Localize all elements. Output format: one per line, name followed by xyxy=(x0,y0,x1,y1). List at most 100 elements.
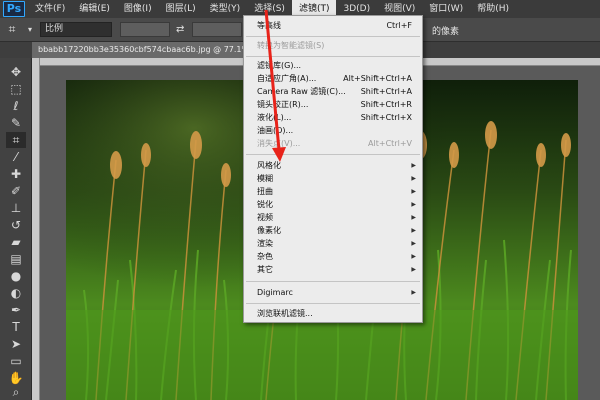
menu-item-camera-raw[interactable]: Camera Raw 滤镜(C)... Shift+Ctrl+A xyxy=(244,85,422,98)
crop-icon[interactable]: ⌗ xyxy=(6,132,26,148)
menu-item-liquify[interactable]: 液化(L)... Shift+Ctrl+X xyxy=(244,111,422,124)
menu-item-convert-smart-filter[interactable]: 转换为智能滤镜(S) xyxy=(244,39,422,52)
menu-item-label: 杂色 xyxy=(257,252,273,261)
submenu-arrow-icon: ▶ xyxy=(411,188,416,195)
menu-item-shortcut: Shift+Ctrl+R xyxy=(360,100,412,109)
menu-item-shortcut: Shift+Ctrl+X xyxy=(360,113,412,122)
menu-item-label: 消失点(V)... xyxy=(257,139,301,148)
dodge-icon[interactable]: ◐ xyxy=(6,285,26,301)
healing-brush-icon[interactable]: ✚ xyxy=(6,166,26,182)
lasso-icon[interactable]: ℓ xyxy=(6,98,26,114)
menu-item-label: 模糊 xyxy=(257,174,273,183)
ruler-vertical xyxy=(32,58,40,400)
move-icon[interactable]: ✥ xyxy=(6,64,26,80)
ratio-select[interactable]: 比例 xyxy=(40,22,113,37)
menu-item-label: 浏览联机滤镜... xyxy=(257,309,313,318)
brush-icon[interactable]: ✐ xyxy=(6,183,26,199)
toolbox: ✥ ⬚ ℓ ✎ ⌗ ⁄ ✚ ✐ ⊥ ↺ ▰ ▤ ● ◐ ✒ T ➤ ▭ ✋ ⌕ xyxy=(0,58,32,400)
submenu-arrow-icon: ▶ xyxy=(411,240,416,247)
menu-item-label: 液化(L)... xyxy=(257,113,292,122)
eraser-icon[interactable]: ▰ xyxy=(6,234,26,250)
delete-cropped-pixels-label: 的像素 xyxy=(432,27,460,37)
menu-window[interactable]: 窗口(W) xyxy=(422,0,470,18)
menu-separator xyxy=(246,56,420,57)
menu-item-pixelate[interactable]: 像素化 ▶ xyxy=(244,224,422,237)
shape-icon[interactable]: ▭ xyxy=(6,353,26,369)
submenu-arrow-icon: ▶ xyxy=(411,214,416,221)
ps-logo-icon: Ps xyxy=(2,1,26,17)
menu-item-label: 其它 xyxy=(257,265,273,274)
menu-item-blur[interactable]: 模糊 ▶ xyxy=(244,172,422,185)
menu-item-label: 锐化 xyxy=(257,200,273,209)
menu-separator xyxy=(246,36,420,37)
menu-item-shortcut: Ctrl+F xyxy=(386,21,412,30)
quick-select-icon[interactable]: ✎ xyxy=(6,115,26,131)
menu-edit[interactable]: 编辑(E) xyxy=(72,0,117,18)
menu-item-lens-correction[interactable]: 镜头校正(R)... Shift+Ctrl+R xyxy=(244,98,422,111)
menu-item-shortcut: Shift+Ctrl+A xyxy=(360,87,412,96)
menu-file[interactable]: 文件(F) xyxy=(28,0,72,18)
type-icon[interactable]: T xyxy=(6,319,26,335)
path-select-icon[interactable]: ➤ xyxy=(6,336,26,352)
menu-item-shortcut: Alt+Ctrl+V xyxy=(368,139,412,148)
menu-item-other[interactable]: 其它 ▶ xyxy=(244,263,422,276)
submenu-arrow-icon: ▶ xyxy=(411,253,416,260)
menu-help[interactable]: 帮助(H) xyxy=(470,0,516,18)
crop-tool-preset-icon[interactable]: ⌗ xyxy=(0,22,24,37)
submenu-arrow-icon: ▶ xyxy=(411,162,416,169)
menu-separator xyxy=(246,154,420,155)
pen-icon[interactable]: ✒ xyxy=(6,302,26,318)
submenu-arrow-icon: ▶ xyxy=(411,289,416,296)
menu-item-distort[interactable]: 扭曲 ▶ xyxy=(244,185,422,198)
zoom-icon[interactable]: ⌕ xyxy=(6,384,26,400)
menu-item-label: 等高线 xyxy=(257,21,281,30)
menu-item-label: 扭曲 xyxy=(257,187,273,196)
menu-item-digimarc[interactable]: Digimarc ▶ xyxy=(244,286,422,299)
menu-item-render[interactable]: 渲染 ▶ xyxy=(244,237,422,250)
menu-item-label: 视频 xyxy=(257,213,273,222)
menu-item-video[interactable]: 视频 ▶ xyxy=(244,211,422,224)
height-input[interactable] xyxy=(192,22,243,37)
submenu-arrow-icon: ▶ xyxy=(411,266,416,273)
menu-item-label: 渲染 xyxy=(257,239,273,248)
filter-menu: 等高线 Ctrl+F 转换为智能滤镜(S) 滤镜库(G)... 自适应广角(A)… xyxy=(243,15,423,323)
document-tab[interactable]: bbabb17220bb3e35360cbf574cbaac6b.jpg @ 7… xyxy=(32,42,264,58)
menu-item-filter-gallery[interactable]: 滤镜库(G)... xyxy=(244,59,422,72)
submenu-arrow-icon: ▶ xyxy=(411,175,416,182)
submenu-arrow-icon: ▶ xyxy=(411,201,416,208)
menu-item-vanishing-point[interactable]: 消失点(V)... Alt+Ctrl+V xyxy=(244,137,422,150)
menu-item-label: 油画(O)... xyxy=(257,126,294,135)
app-logo: Ps xyxy=(0,0,28,18)
menu-item-adaptive-wide-angle[interactable]: 自适应广角(A)... Alt+Shift+Ctrl+A xyxy=(244,72,422,85)
menu-type[interactable]: 类型(Y) xyxy=(203,0,248,18)
menu-image[interactable]: 图像(I) xyxy=(117,0,159,18)
clone-stamp-icon[interactable]: ⊥ xyxy=(6,200,26,216)
blur-icon[interactable]: ● xyxy=(6,268,26,284)
menu-item-label: 像素化 xyxy=(257,226,281,235)
marquee-icon[interactable]: ⬚ xyxy=(6,81,26,97)
submenu-arrow-icon: ▶ xyxy=(411,227,416,234)
menu-item-label: 自适应广角(A)... xyxy=(257,74,317,83)
history-brush-icon[interactable]: ↺ xyxy=(6,217,26,233)
eyedropper-icon[interactable]: ⁄ xyxy=(6,149,26,165)
menu-item-noise[interactable]: 杂色 ▶ xyxy=(244,250,422,263)
menu-item-label: 风格化 xyxy=(257,161,281,170)
menu-item-browse-online[interactable]: 浏览联机滤镜... xyxy=(244,307,422,320)
menu-item-label: 转换为智能滤镜(S) xyxy=(257,41,325,50)
menu-separator xyxy=(246,281,420,282)
menu-item-sharpen[interactable]: 锐化 ▶ xyxy=(244,198,422,211)
menu-item-label: 镜头校正(R)... xyxy=(257,100,309,109)
menu-item-stylize[interactable]: 风格化 ▶ xyxy=(244,159,422,172)
menu-item-label: 滤镜库(G)... xyxy=(257,61,302,70)
menu-item-oil-paint[interactable]: 油画(O)... xyxy=(244,124,422,137)
menu-item-label: Digimarc xyxy=(257,288,293,297)
menu-separator xyxy=(246,303,420,304)
gradient-icon[interactable]: ▤ xyxy=(6,251,26,267)
menu-item-shortcut: Alt+Shift+Ctrl+A xyxy=(343,74,412,83)
width-input[interactable] xyxy=(120,22,171,37)
menu-item-label: Camera Raw 滤镜(C)... xyxy=(257,87,346,96)
chevron-down-icon[interactable]: ▾ xyxy=(28,25,32,34)
menu-layer[interactable]: 图层(L) xyxy=(159,0,203,18)
menu-item-last-filter[interactable]: 等高线 Ctrl+F xyxy=(244,19,422,32)
swap-icon[interactable]: ⇄ xyxy=(176,24,184,35)
